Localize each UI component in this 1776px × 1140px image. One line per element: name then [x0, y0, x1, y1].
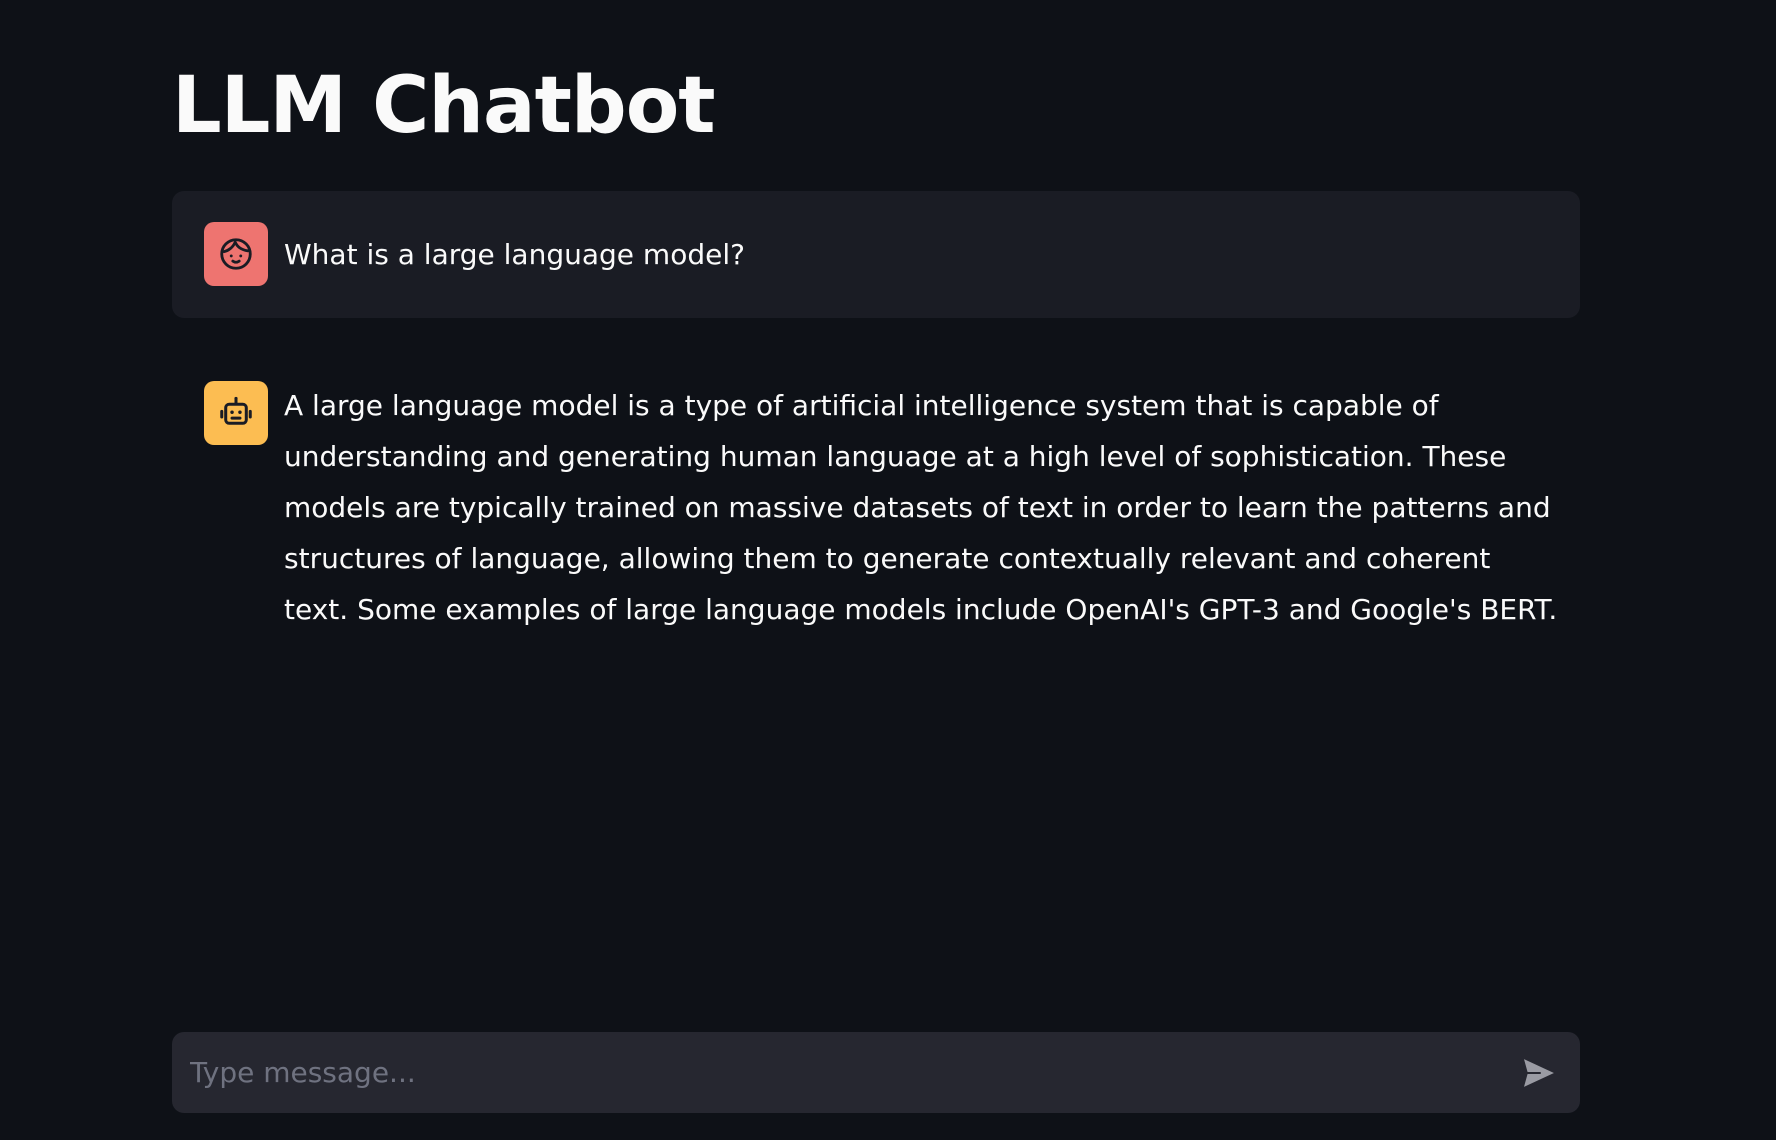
chat-message-input[interactable] — [190, 1032, 1490, 1113]
robot-icon — [220, 396, 252, 425]
user-message: What is a large language model? — [172, 191, 1580, 318]
page-title: LLM Chatbot — [172, 61, 716, 151]
user-avatar — [204, 222, 268, 286]
assistant-message-text: A large language model is a type of arti… — [284, 389, 1558, 626]
chat-page: LLM Chatbot What is a large language mod… — [0, 0, 1776, 1140]
user-face-icon — [220, 238, 252, 270]
send-icon — [1521, 1056, 1558, 1090]
user-message-text: What is a large language model? — [284, 238, 745, 271]
send-button[interactable] — [1518, 1052, 1560, 1094]
chat-input-container — [172, 1032, 1580, 1113]
assistant-avatar — [204, 381, 268, 445]
assistant-message: A large language model is a type of arti… — [172, 350, 1580, 640]
